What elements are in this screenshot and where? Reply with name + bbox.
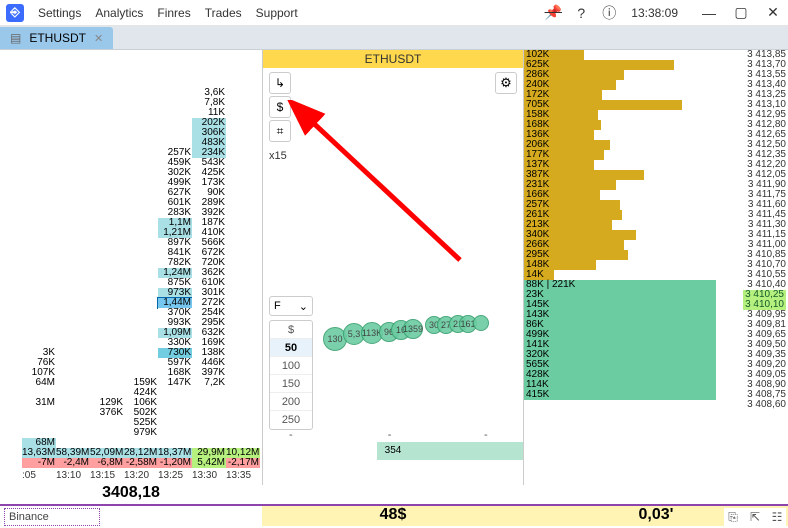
footprint-footer-cell: -7M [22, 458, 56, 468]
footprint-cell: 7,2K [192, 378, 226, 388]
chevron-down-icon: ⌄ [299, 300, 308, 313]
stepper-option[interactable]: 50 [270, 339, 312, 357]
top-icon-group: 📌 ? ⓘ [545, 5, 617, 21]
mid-dash: - [484, 429, 488, 441]
mid-header: ETHUSDT [263, 50, 523, 68]
menu-support[interactable]: Support [256, 6, 298, 20]
footprint-cell: 31M [22, 398, 56, 408]
tab-title: ETHUSDT [29, 31, 86, 45]
f-dropdown[interactable]: F ⌄ [269, 296, 313, 316]
footprint-cell: 376K [90, 408, 124, 418]
stepper-option[interactable]: 100 [270, 357, 312, 375]
profile-bar-label: 415K [526, 390, 549, 400]
stepper-option[interactable]: 150 [270, 375, 312, 393]
info-icon[interactable]: ⓘ [601, 5, 617, 21]
stepper-option[interactable]: 250 [270, 411, 312, 429]
footprint-footer-cell: -6,8M [90, 458, 124, 468]
zoom-label: x15 [269, 150, 287, 162]
left-time-axis: :05 13:10 13:15 13:20 13:25 13:30 13:35 [0, 470, 262, 482]
tab-close-icon[interactable]: ✕ [94, 32, 103, 45]
dollar-mode-icon[interactable]: $ [269, 96, 291, 118]
tab-drag-icon[interactable]: ▤ [10, 31, 21, 45]
clock: 13:38:09 [631, 6, 678, 20]
help-icon[interactable]: ? [573, 5, 589, 21]
profile-bar: 143K [524, 310, 716, 320]
profile-bar: 88K | 221K [524, 280, 716, 290]
menu-finres[interactable]: Finres [157, 6, 190, 20]
middle-panel[interactable]: ETHUSDT ⚙ ↳ $ ⌗ x15 F ⌄ $50100150200250 … [262, 50, 524, 485]
gear-icon[interactable]: ⚙ [495, 72, 517, 94]
profile-bar: 499K [524, 330, 716, 340]
mid-dash-row: - - - [263, 429, 523, 441]
mid-dash: - [289, 429, 293, 441]
tab-bar: ▤ ETHUSDT ✕ [0, 26, 788, 50]
right-profile-panel[interactable]: 102K625K286K240K172K705K158K168K136K206K… [524, 50, 788, 485]
profile-bar: 428K [524, 370, 716, 380]
time-tick: 13:35 [226, 470, 251, 481]
f-dropdown-label: F [274, 300, 281, 312]
footprint-footer-cell: -1,20M [158, 458, 192, 468]
price-tick: 3 408,60 [747, 400, 786, 410]
profile-bar: 86K [524, 320, 716, 330]
exchange-selector[interactable]: Binance [4, 508, 100, 526]
footprint-footer-cell: -2,58M [124, 458, 158, 468]
time-tick: 13:15 [90, 470, 115, 481]
window-close-icon[interactable]: ✕ [764, 4, 782, 22]
chart-mode-icon[interactable]: ↳ [269, 72, 291, 94]
profile-bar: 114K [524, 380, 716, 390]
top-bar: ⎆ Settings Analytics Finres Trades Suppo… [0, 0, 788, 26]
size-stepper[interactable]: $50100150200250 [269, 320, 313, 430]
profile-bar: 320K [524, 350, 716, 360]
time-tick: 13:10 [56, 470, 81, 481]
footprint-cell: 979K [124, 428, 158, 438]
footer-bar: Binance [0, 504, 788, 528]
window-maximize-icon[interactable]: ▢ [732, 4, 750, 22]
profile-bar: 141K [524, 340, 716, 350]
chart-content: 3K76K107K64M31M68M13,63M-7M58,39M-2,4M12… [0, 50, 788, 502]
footprint-cell: 147K [158, 378, 192, 388]
profile-bar: 565K [524, 360, 716, 370]
window-minimize-icon[interactable]: — [700, 4, 718, 22]
footprint-cell: 64M [22, 378, 56, 388]
trade-bubble [473, 315, 489, 331]
mid-volume-label: 354 [385, 445, 402, 456]
trade-bubble: 1359 [403, 319, 423, 339]
time-tick: :05 [22, 470, 36, 481]
time-tick: 13:25 [158, 470, 183, 481]
mid-volume-bar: 354 [263, 442, 523, 460]
left-footprint-panel[interactable]: 3K76K107K64M31M68M13,63M-7M58,39M-2,4M12… [0, 50, 262, 485]
time-tick: 13:20 [124, 470, 149, 481]
calc-mode-icon[interactable]: ⌗ [269, 120, 291, 142]
profile-bar: 145K [524, 300, 716, 310]
footprint-footer-cell: 5,42M [192, 458, 226, 468]
main-menu: Settings Analytics Finres Trades Support [38, 6, 298, 20]
time-tick: 13:30 [192, 470, 217, 481]
profile-bar: 23K [524, 290, 716, 300]
mid-dash: - [388, 429, 392, 441]
menu-settings[interactable]: Settings [38, 6, 81, 20]
menu-trades[interactable]: Trades [205, 6, 242, 20]
profile-bar: 415K [524, 390, 716, 400]
footprint-footer-cell: -2,4M [56, 458, 90, 468]
footprint-footer-cell: -2,17M [226, 458, 260, 468]
tab-ethusdt[interactable]: ▤ ETHUSDT ✕ [0, 27, 113, 49]
menu-analytics[interactable]: Analytics [95, 6, 143, 20]
stepper-option[interactable]: $ [270, 321, 312, 339]
mid-tool-column: ↳ $ ⌗ [269, 72, 291, 142]
pin-icon[interactable]: 📌 [545, 5, 561, 21]
stepper-option[interactable]: 200 [270, 393, 312, 411]
bubble-row: 1305,3113K96161359302721161 [313, 320, 523, 350]
price-scale[interactable]: 3 413,853 413,703 413,553 413,403 413,25… [720, 50, 788, 470]
app-logo-icon[interactable]: ⎆ [6, 4, 24, 22]
